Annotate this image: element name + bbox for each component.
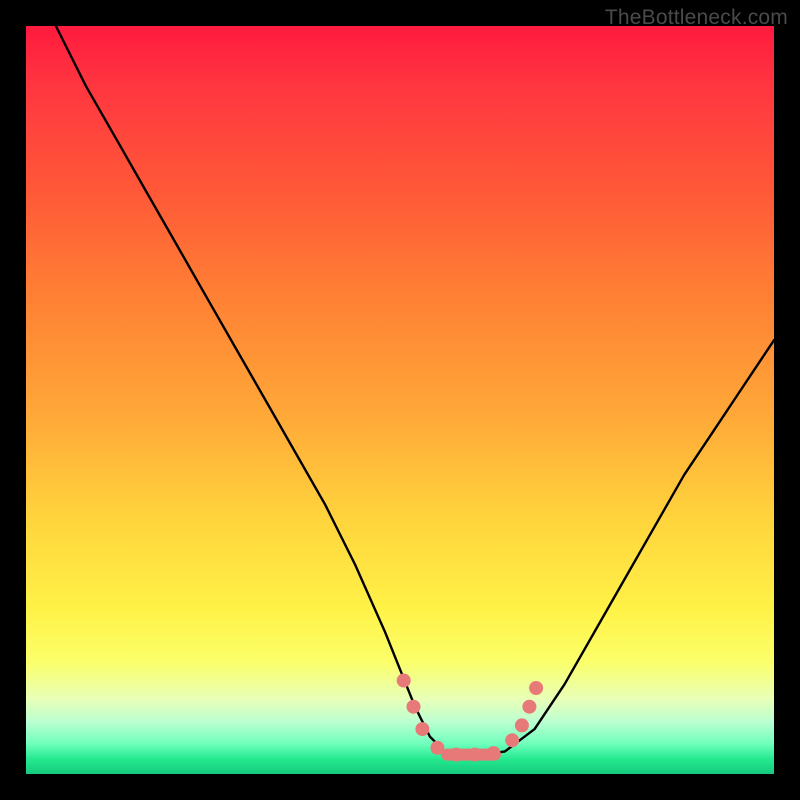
highlight-markers — [397, 674, 543, 762]
chart-frame: TheBottleneck.com — [0, 0, 800, 800]
marker-dot — [505, 733, 519, 747]
marker-dot — [515, 718, 529, 732]
bottleneck-curve — [56, 26, 774, 755]
plot-area — [26, 26, 774, 774]
curve-svg — [26, 26, 774, 774]
marker-dot — [415, 722, 429, 736]
marker-dot — [407, 700, 421, 714]
marker-dot — [468, 748, 482, 762]
marker-dot — [529, 681, 543, 695]
marker-dot — [449, 748, 463, 762]
marker-dot — [522, 700, 536, 714]
marker-dot — [430, 741, 444, 755]
marker-dot — [487, 746, 501, 760]
marker-dot — [397, 674, 411, 688]
